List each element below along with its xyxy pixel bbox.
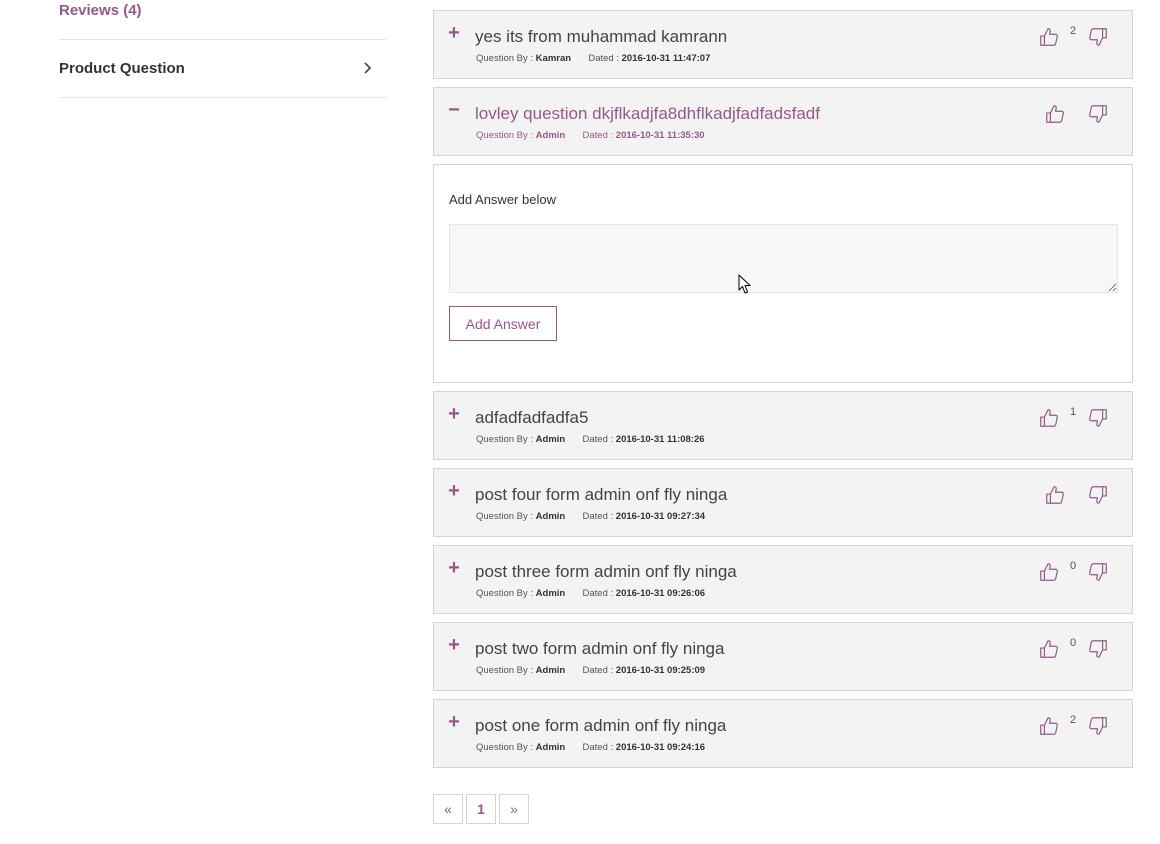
question-item: + post one form admin onf fly ninga Ques… [433, 699, 1133, 768]
tab-reviews[interactable]: Reviews (4) [59, 0, 386, 40]
thumbs-down-icon[interactable] [1087, 484, 1109, 506]
question-meta: Question By : Admin Dated : 2016-10-31 0… [476, 665, 705, 676]
question-meta: Question By : Admin Dated : 2016-10-31 1… [476, 434, 705, 445]
expand-toggle[interactable]: + [447, 635, 461, 655]
question-item: + post three form admin onf fly ninga Qu… [433, 545, 1133, 614]
pagination-prev[interactable]: « [433, 794, 463, 824]
question-author: Admin [535, 434, 566, 445]
question-meta: Question By : Admin Dated : 2016-10-31 0… [476, 511, 705, 522]
question-date: 2016-10-31 09:26:06 [615, 588, 706, 599]
question-meta: Question By : Admin Dated : 2016-10-31 0… [476, 742, 705, 753]
question-author: Admin [535, 742, 566, 753]
pagination-page-current[interactable]: 1 [466, 794, 496, 824]
collapse-toggle[interactable]: − [447, 100, 461, 120]
expand-toggle[interactable]: + [447, 481, 461, 501]
question-title[interactable]: post three form admin onf fly ninga [475, 561, 737, 583]
dated-label: Dated : [582, 130, 614, 141]
question-item: + post four form admin onf fly ninga Que… [433, 468, 1133, 537]
question-date: 2016-10-31 11:47:07 [621, 53, 711, 64]
thumbs-down-icon[interactable] [1087, 638, 1109, 660]
vote-count: 2 [1070, 714, 1077, 726]
question-item: + post two form admin onf fly ninga Ques… [433, 622, 1133, 691]
question-by-label: Question By : [476, 588, 534, 599]
question-author: Admin [535, 511, 566, 522]
thumbs-up-icon[interactable] [1038, 638, 1060, 660]
thumbs-up-icon[interactable] [1044, 103, 1066, 125]
answer-label: Add Answer below [449, 192, 556, 207]
thumbs-up-icon[interactable] [1038, 561, 1060, 583]
question-by-label: Question By : [476, 53, 534, 64]
thumbs-up-icon[interactable] [1038, 715, 1060, 737]
question-item: − lovley question dkjflkadjfa8dhflkadjfa… [433, 87, 1133, 156]
question-date: 2016-10-31 09:25:09 [615, 665, 706, 676]
vote-count: 0 [1070, 637, 1077, 649]
question-author: Admin [535, 588, 566, 599]
question-by-label: Question By : [476, 434, 534, 445]
question-title[interactable]: post four form admin onf fly ninga [475, 484, 727, 506]
thumbs-up-icon[interactable] [1044, 484, 1066, 506]
expand-toggle[interactable]: + [447, 558, 461, 578]
thumbs-up-icon[interactable] [1038, 26, 1060, 48]
expand-toggle[interactable]: + [447, 712, 461, 732]
question-title[interactable]: post one form admin onf fly ninga [475, 715, 726, 737]
thumbs-down-icon[interactable] [1087, 561, 1109, 583]
question-title[interactable]: yes its from muhammad kamrann [475, 26, 727, 48]
question-meta: Question By : Admin Dated : 2016-10-31 1… [476, 130, 705, 141]
question-by-label: Question By : [476, 665, 534, 676]
question-meta: Question By : Admin Dated : 2016-10-31 0… [476, 588, 705, 599]
tab-product-question-label: Product Question [59, 60, 185, 77]
question-meta: Question By : Kamran Dated : 2016-10-31 … [476, 53, 710, 64]
pagination-next[interactable]: » [499, 794, 529, 824]
tab-reviews-label: Reviews (4) [59, 2, 142, 19]
chevron-right-icon [364, 62, 372, 74]
vote-count: 2 [1070, 25, 1077, 37]
vote-count: 1 [1070, 406, 1077, 418]
question-author: Admin [535, 665, 566, 676]
dated-label: Dated : [588, 53, 619, 64]
question-author: Admin [535, 130, 566, 141]
thumbs-down-icon[interactable] [1087, 715, 1109, 737]
question-by-label: Question By : [476, 742, 534, 753]
dated-label: Dated : [582, 588, 614, 599]
question-date: 2016-10-31 11:35:30 [615, 130, 705, 141]
question-item: + adfadfadfadfa5 Question By : Admin Dat… [433, 391, 1133, 460]
vote-count: 0 [1070, 560, 1077, 572]
thumbs-down-icon[interactable] [1087, 407, 1109, 429]
expand-toggle[interactable]: + [447, 23, 461, 43]
dated-label: Dated : [582, 742, 614, 753]
expand-toggle[interactable]: + [447, 404, 461, 424]
answer-textarea[interactable] [449, 224, 1118, 293]
thumbs-down-icon[interactable] [1087, 103, 1109, 125]
question-by-label: Question By : [476, 511, 534, 522]
question-date: 2016-10-31 09:27:34 [615, 511, 706, 522]
dated-label: Dated : [582, 434, 614, 445]
answer-panel: Add Answer below Add Answer [433, 164, 1133, 383]
product-tabs: Reviews (4) Product Question [59, 0, 386, 98]
tab-product-question[interactable]: Product Question [59, 40, 386, 98]
dated-label: Dated : [582, 511, 614, 522]
question-date: 2016-10-31 09:24:16 [615, 742, 706, 753]
thumbs-up-icon[interactable] [1038, 407, 1060, 429]
add-answer-button[interactable]: Add Answer [449, 306, 557, 341]
question-title[interactable]: adfadfadfadfa5 [475, 407, 588, 429]
question-item: + yes its from muhammad kamrann Question… [433, 10, 1133, 79]
dated-label: Dated : [582, 665, 614, 676]
question-list: + yes its from muhammad kamrann Question… [433, 10, 1133, 776]
question-title[interactable]: lovley question dkjflkadjfa8dhflkadjfadf… [475, 103, 820, 125]
question-author: Kamran [535, 53, 572, 64]
thumbs-down-icon[interactable] [1087, 26, 1109, 48]
question-by-label: Question By : [476, 130, 534, 141]
question-date: 2016-10-31 11:08:26 [615, 434, 705, 445]
question-title[interactable]: post two form admin onf fly ninga [475, 638, 724, 660]
